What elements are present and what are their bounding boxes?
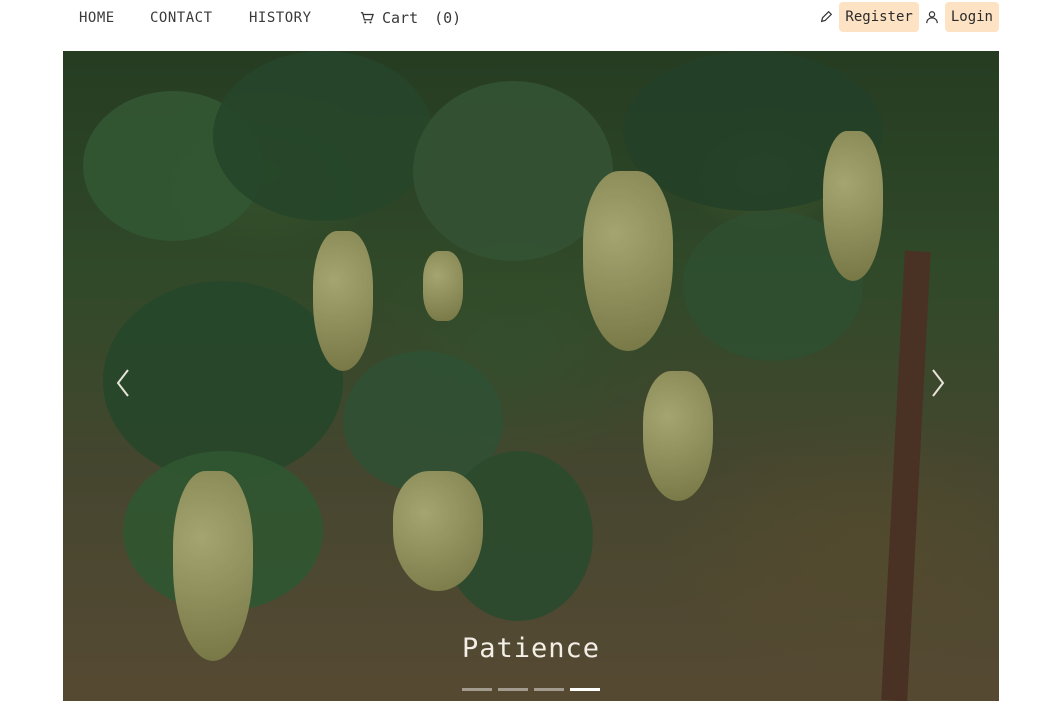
- hero-carousel: Patience: [63, 51, 999, 701]
- cart-count: (0): [434, 9, 462, 27]
- nav-contact-link[interactable]: CONTACT: [150, 10, 213, 26]
- auth-controls: Register Login: [819, 2, 999, 32]
- carousel-indicator-2[interactable]: [498, 688, 528, 691]
- carousel-indicator-3[interactable]: [534, 688, 564, 691]
- chevron-right-icon: [932, 369, 945, 397]
- cart-link[interactable]: Cart (0): [360, 9, 461, 27]
- pencil-icon: [821, 10, 833, 23]
- user-icon: [925, 11, 938, 24]
- carousel-indicator-1[interactable]: [462, 688, 492, 691]
- cart-icon: [360, 12, 374, 24]
- login-button[interactable]: Login: [944, 2, 999, 32]
- nav-history-link[interactable]: HISTORY: [249, 10, 312, 26]
- carousel-indicators: [462, 688, 600, 691]
- carousel-indicator-4[interactable]: [570, 688, 600, 691]
- top-navbar: HOME CONTACT HISTORY Cart (0) Register L…: [0, 0, 1064, 40]
- nav-home-link[interactable]: HOME: [79, 10, 115, 26]
- slide-caption: Patience: [461, 633, 601, 664]
- carousel-prev-button[interactable]: [103, 361, 143, 405]
- cart-label: Cart: [382, 9, 419, 27]
- carousel-next-button[interactable]: [918, 361, 958, 405]
- register-button[interactable]: Register: [839, 2, 919, 32]
- chevron-left-icon: [116, 369, 129, 397]
